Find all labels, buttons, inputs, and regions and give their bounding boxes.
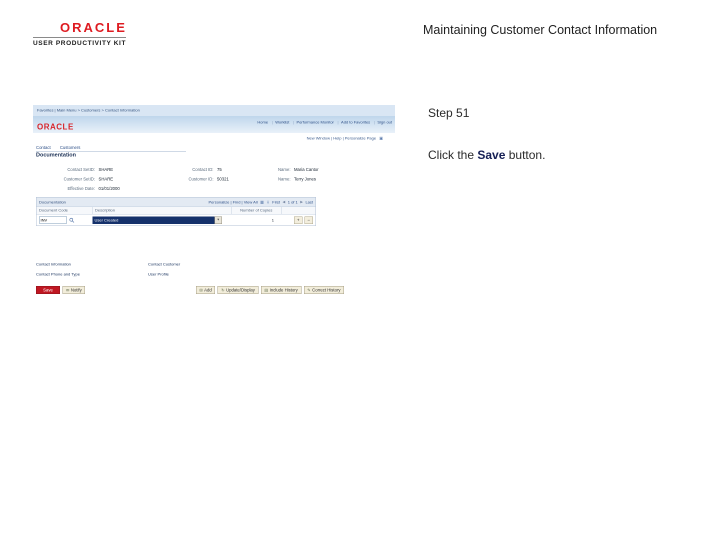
customer-name-value: Terry Jones [294,176,316,182]
column-description: Description [93,207,232,214]
column-row-actions [282,207,316,214]
pager-position: 1 of 1 [287,199,298,205]
page-utility-bar: New Window | Help | Personalize Page ▣ [307,136,383,141]
add-to-favorites-link[interactable]: Add to Favorites [335,120,370,125]
new-window-icon[interactable]: ▣ [379,136,383,141]
notify-button[interactable]: ✉ Notify [62,286,86,294]
grid-toolbar-links[interactable]: Personalize | Find | View All [208,200,257,205]
add-icon: ⊞ [199,287,203,293]
user-profile-link[interactable]: User Profile [148,272,256,277]
effective-date-label: Effective Date: [67,186,95,191]
correct-history-icon: ✎ [307,287,311,293]
customer-id-value: 50321 [217,176,229,182]
tab-contact[interactable]: Contact [36,145,51,150]
row-actions-cell: + − [279,216,313,224]
oracle-upk-logo: ORACLE USER PRODUCTIVITY KIT [33,20,126,47]
include-history-icon: ▤ [264,287,269,293]
performance-monitor-link[interactable]: Performance Monitor [290,120,333,125]
step-label: Step 51 [428,106,470,120]
related-links-column-1: Contact Information Contact Phone and Ty… [36,262,144,282]
effective-date-value: 01/01/2000 [98,186,120,191]
ps-page-title: Documentation [36,152,77,158]
instruction-pre: Click the [428,148,475,162]
add-row-button[interactable]: + [294,216,303,224]
component-tabs: Contact Customers [36,145,186,152]
pager-prev-icon[interactable]: ◀ [283,200,286,205]
logo-divider [33,37,126,38]
header-links: Home Worklist Performance Monitor Add to… [257,120,392,125]
contact-information-link[interactable]: Contact Information [36,262,144,267]
correct-history-label: Correct History [312,287,341,293]
contact-phone-and-type-link[interactable]: Contact Phone and Type [36,272,144,277]
download-icon[interactable]: ⇓ [266,200,269,205]
contact-customer-link[interactable]: Contact Customer [148,262,256,267]
grid-toolbar: Personalize | Find | View All ▦ ⇓ First … [208,200,313,205]
embedded-screenshot: Favorites | Main Menu > Customers > Cont… [33,105,395,302]
field-row: Effective Date: 01/01/2000 [36,184,386,194]
document-code-cell [39,216,93,224]
pager-last-label[interactable]: Last [305,200,313,205]
peoplesoft-oracle-logo: ORACLE [37,123,74,132]
update-display-icon: ↻ [221,287,225,293]
delete-row-button[interactable]: − [304,216,313,224]
contact-name-label: Name: [277,167,291,172]
include-history-label: Include History [269,287,298,293]
lookup-icon[interactable] [69,217,75,223]
key-fields: Contact SetID: SHARE Contact ID: 75 Name… [36,165,386,194]
grid-row: User Created ▼ 1 + − [37,215,316,226]
description-dropdown[interactable]: User Created ▼ [92,216,222,224]
document-code-input[interactable] [39,216,67,224]
correct-history-button[interactable]: ✎ Correct History [303,286,344,294]
notify-label: Notify [70,287,82,293]
customer-id-label: Customer ID: [188,176,214,182]
documentation-grid: Documentation Personalize | Find | View … [36,197,316,226]
grid-title: Documentation [39,199,66,205]
column-document-code: Document Code [37,207,93,214]
update-display-label: Update/Display [226,287,255,293]
lesson-title: Maintaining Customer Contact Information [423,23,658,37]
field-row: Contact SetID: SHARE Contact ID: 75 Name… [36,165,386,175]
customer-setid-value: SHARE [98,176,114,182]
instruction-post: button. [508,148,546,162]
column-number-of-copies: Number of Copies [232,207,282,214]
update-display-button[interactable]: ↻ Update/Display [217,286,259,294]
customer-name-label: Name: [277,176,291,182]
oracle-logo-text: ORACLE [60,20,127,35]
customer-setid-label: Customer SetID: [63,176,95,182]
instruction-text: Click the Save button. [428,148,545,162]
field-row: Customer SetID: SHARE Customer ID: 50321… [36,175,386,185]
contact-setid-value: SHARE [98,167,114,172]
related-links-column-2: Contact Customer User Profile [148,262,256,282]
worklist-link[interactable]: Worklist [269,120,289,125]
grid-view-icon[interactable]: ▦ [260,200,264,205]
peoplesoft-header: ORACLE Home Worklist Performance Monitor… [33,116,395,133]
contact-id-value: 75 [217,167,222,172]
description-cell: User Created ▼ [92,216,230,224]
dropdown-selected-value: User Created [92,216,215,224]
notify-icon: ✉ [66,287,70,293]
tab-customers[interactable]: Customers [60,145,81,150]
pager-next-icon[interactable]: ▶ [300,200,303,205]
breadcrumb[interactable]: Favorites | Main Menu > Customers > Cont… [33,105,395,116]
home-link[interactable]: Home [257,120,268,125]
contact-setid-label: Contact SetID: [67,167,95,172]
save-button[interactable]: Save [36,286,60,294]
contact-name-value: Maria Cantor [294,167,319,172]
dropdown-arrow-icon[interactable]: ▼ [214,216,222,224]
add-button[interactable]: ⊞ Add [195,286,216,294]
page-toolbar: Save ✉ Notify ⊞ Add ↻ Update/Display ▤ I… [36,286,344,294]
grid-titlebar: Documentation Personalize | Find | View … [36,197,316,207]
copies-cell: 1 [271,217,274,223]
add-label: Add [204,287,212,293]
include-history-button[interactable]: ▤ Include History [260,286,302,294]
upk-logo-subtext: USER PRODUCTIVITY KIT [33,40,127,47]
page-utility-links[interactable]: New Window | Help | Personalize Page [307,136,376,141]
pager-first-label[interactable]: First [272,200,280,205]
sign-out-link[interactable]: Sign out [371,120,392,125]
instruction-target: Save [477,148,506,162]
grid-column-headers: Document Code Description Number of Copi… [36,206,316,215]
contact-id-label: Contact ID: [192,167,214,172]
